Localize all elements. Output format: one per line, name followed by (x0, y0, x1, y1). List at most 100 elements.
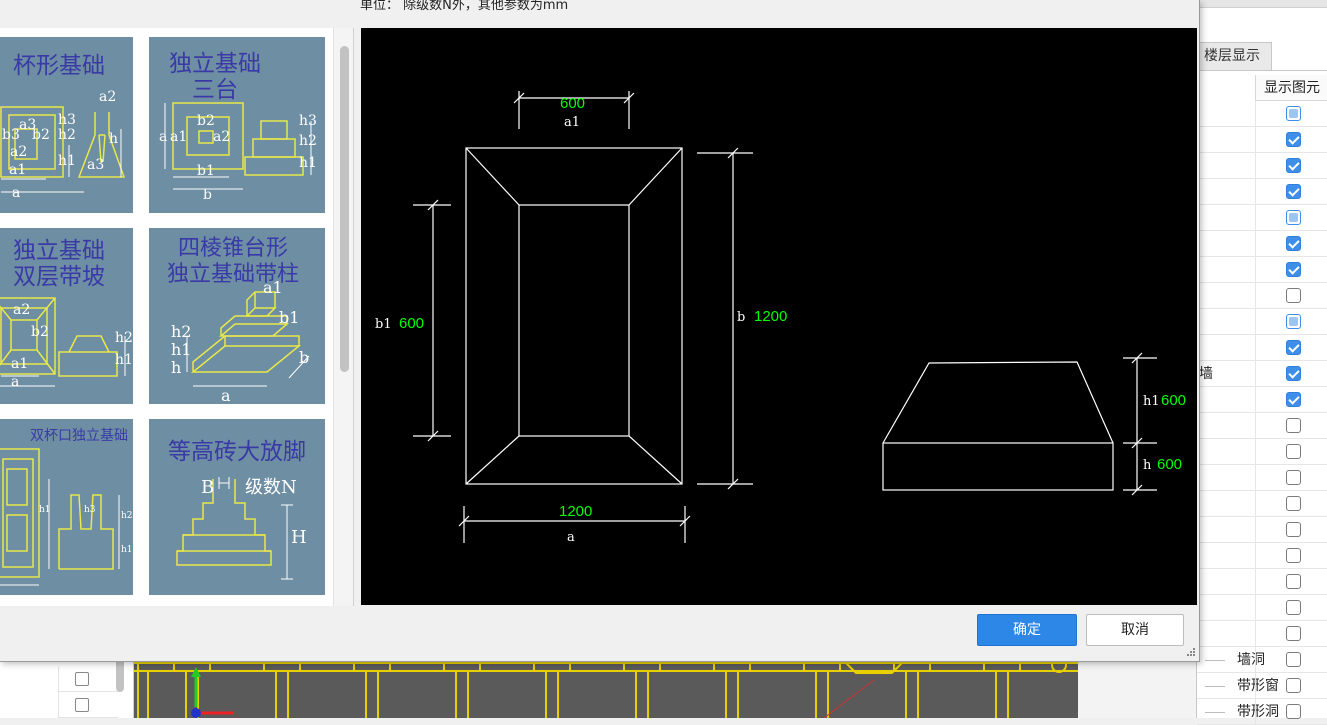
show-element-checkbox[interactable] (1286, 522, 1301, 537)
thumb-double-cup-foundation[interactable]: 双杯口独立基础 h3 h1 h2 h1 (0, 419, 133, 595)
tree-connector (1205, 686, 1225, 687)
dim-label: b2 (197, 113, 215, 129)
show-element-checkbox[interactable] (1286, 288, 1301, 303)
element-visibility-row (1197, 621, 1327, 647)
dim-label: b1 (279, 308, 300, 327)
show-element-checkbox[interactable] (1286, 366, 1301, 381)
show-element-checkbox[interactable] (1286, 444, 1301, 459)
element-visibility-row (1197, 517, 1327, 543)
dim-label: h1 (121, 545, 133, 555)
tab-floor-display[interactable]: 楼层显示 (1197, 42, 1272, 70)
thumb-isolated-foundation-three-step[interactable]: 独立基础 三台 b2 a1 a2 h3 a h2 b1 h1 b (149, 37, 325, 213)
column-header-show-elements[interactable]: 显示图元 (1255, 75, 1327, 101)
element-visibility-row (1197, 569, 1327, 595)
element-visibility-row: 带形窗 (1197, 673, 1327, 699)
element-visibility-row (1197, 491, 1327, 517)
dim-label: h1 (115, 352, 133, 368)
show-element-checkbox[interactable] (1286, 132, 1301, 147)
ok-button[interactable]: 确定 (977, 614, 1077, 646)
dim-label: b (299, 348, 310, 367)
gallery-scroll-thumb[interactable] (340, 46, 349, 372)
show-element-cell (1255, 309, 1327, 335)
dim-label: b2 (32, 127, 50, 143)
dim-label: h3 (84, 505, 96, 515)
element-visibility-row (1197, 335, 1327, 361)
dim-label: a3 (87, 157, 105, 173)
show-element-cell (1255, 517, 1327, 543)
show-element-cell (1255, 283, 1327, 309)
dim-label: h (171, 358, 182, 377)
dim-label: h3 (58, 112, 76, 128)
a1-label: a1 (564, 115, 581, 130)
drawing-canvas[interactable] (134, 655, 1078, 718)
foundation-type-gallery: 杯形基础 a2 h3 a3 b3 b2 h2 h a2 h1 a1 a3 a 独… (0, 28, 354, 606)
show-element-checkbox[interactable] (1286, 314, 1301, 329)
element-visibility-row (1197, 465, 1327, 491)
plan-inner-outline (518, 204, 630, 437)
thumb-pyramid-frustum-foundation-with-column[interactable]: 四棱锥台形 独立基础带柱 a1 b1 h2 h1 h b a (149, 228, 325, 404)
dim-label: a (11, 374, 20, 390)
thumb-equal-height-brick-footing[interactable]: 等高砖大放脚 B 级数N H (149, 419, 325, 595)
show-element-cell (1255, 413, 1327, 439)
dim-label: a1 (170, 129, 188, 145)
show-element-checkbox[interactable] (1286, 652, 1301, 667)
show-element-checkbox[interactable] (1286, 496, 1301, 511)
element-visibility-row (1197, 595, 1327, 621)
background-checkbox[interactable] (75, 672, 89, 686)
show-element-cell (1255, 543, 1327, 569)
show-element-checkbox[interactable] (1286, 392, 1301, 407)
element-visibility-row (1197, 205, 1327, 231)
element-visibility-row (1197, 413, 1327, 439)
element-visibility-row (1197, 257, 1327, 283)
thumb-isolated-foundation-double-slope[interactable]: 独立基础 双层带坡 a2 b2 h2 a1 h1 a (0, 228, 133, 404)
show-element-checkbox[interactable] (1286, 106, 1301, 121)
show-element-checkbox[interactable] (1286, 678, 1301, 693)
h1-value: 600 (1161, 392, 1187, 409)
show-element-checkbox[interactable] (1286, 236, 1301, 251)
element-visibility-row (1197, 543, 1327, 569)
show-element-checkbox[interactable] (1286, 574, 1301, 589)
foundation-parameter-dialog: 单位： 除级数N外，其他参数为mm 杯形基础 a2 h3 a3 b3 b2 h2… (0, 0, 1200, 662)
dim-label: b2 (31, 324, 49, 340)
show-element-checkbox[interactable] (1286, 340, 1301, 355)
b1-value: 600 (399, 315, 425, 332)
dim-label: h2 (121, 511, 133, 521)
show-element-checkbox[interactable] (1286, 626, 1301, 641)
dim-label: a1 (11, 356, 29, 372)
element-visibility-row (1197, 179, 1327, 205)
show-element-cell (1255, 491, 1327, 517)
element-visibility-row (1197, 309, 1327, 335)
h-value: 600 (1157, 456, 1183, 473)
show-element-checkbox[interactable] (1286, 184, 1301, 199)
show-element-cell (1255, 595, 1327, 621)
dim-label: a2 (10, 144, 28, 160)
show-element-checkbox[interactable] (1286, 548, 1301, 563)
dim-label: a (221, 386, 231, 404)
gallery-scrollbar[interactable] (333, 28, 353, 606)
dim-label: h3 (299, 113, 317, 129)
show-element-cell (1255, 439, 1327, 465)
dim-label: b3 (2, 127, 20, 143)
h1-label: h1 (1143, 394, 1160, 409)
cancel-button[interactable]: 取消 (1086, 614, 1184, 646)
show-element-checkbox[interactable] (1286, 470, 1301, 485)
floor-display-panel: 楼层显示 显示图元 墙墙洞 带形窗 带形洞 (1196, 0, 1327, 725)
show-element-checkbox[interactable] (1286, 262, 1301, 277)
dim-label: h1 (58, 153, 76, 169)
resize-grip-icon[interactable] (1186, 647, 1196, 657)
dim-label: a1 (9, 162, 27, 178)
dim-label: h1 (299, 155, 317, 171)
show-element-checkbox[interactable] (1286, 158, 1301, 173)
show-element-cell (1255, 387, 1327, 413)
show-element-checkbox[interactable] (1286, 600, 1301, 615)
background-checkbox[interactable] (75, 698, 89, 712)
show-element-checkbox[interactable] (1286, 418, 1301, 433)
thumb-drawing (0, 448, 120, 586)
show-element-cell (1255, 231, 1327, 257)
background-scrollbar[interactable] (116, 658, 124, 692)
show-element-cell (1255, 569, 1327, 595)
show-element-checkbox[interactable] (1286, 704, 1301, 719)
show-element-cell (1255, 361, 1327, 387)
thumb-cup-foundation[interactable]: 杯形基础 a2 h3 a3 b3 b2 h2 h a2 h1 a1 a3 a (0, 37, 133, 213)
show-element-checkbox[interactable] (1286, 210, 1301, 225)
